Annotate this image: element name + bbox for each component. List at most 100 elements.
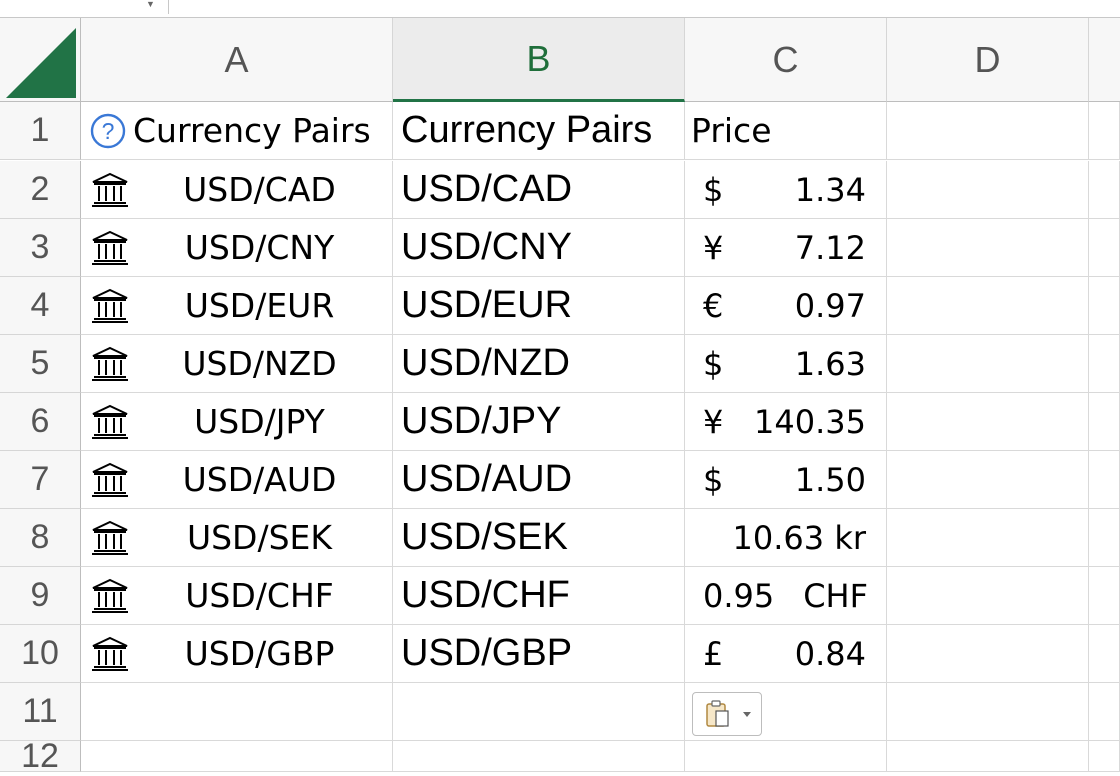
bank-building-icon[interactable] — [90, 577, 130, 615]
column-header-d[interactable]: D — [887, 18, 1089, 102]
cell[interactable] — [887, 335, 1089, 393]
column-header-e[interactable] — [1089, 18, 1120, 102]
cell[interactable] — [1089, 219, 1120, 277]
cell[interactable]: €0.97 — [685, 277, 887, 335]
cell[interactable] — [887, 102, 1089, 160]
cell[interactable] — [1089, 161, 1120, 219]
cell[interactable] — [81, 683, 393, 741]
cell[interactable] — [1089, 451, 1120, 509]
cell[interactable] — [887, 219, 1089, 277]
cell[interactable]: ? Currency Pairs — [81, 102, 393, 160]
cell[interactable] — [887, 509, 1089, 567]
cell[interactable]: USD/CHF — [81, 567, 393, 625]
cell[interactable] — [887, 161, 1089, 219]
row-header[interactable]: 12 — [0, 737, 81, 775]
bank-building-icon[interactable] — [90, 171, 130, 209]
cell[interactable]: USD/EUR — [81, 277, 393, 335]
bank-building-icon[interactable] — [90, 345, 130, 383]
currency-pair-text-cell: USD/NZD — [401, 342, 570, 384]
cell[interactable]: ¥7.12 — [685, 219, 887, 277]
cell[interactable]: $1.63 — [685, 335, 887, 393]
cell[interactable]: USD/CHF — [393, 567, 685, 625]
row-header[interactable]: 10 — [0, 625, 81, 683]
cell[interactable] — [1089, 741, 1120, 772]
cell[interactable]: Price — [685, 102, 887, 160]
cell[interactable] — [887, 393, 1089, 451]
header-price: Price — [691, 111, 772, 150]
price-value: 1.34 — [794, 170, 866, 209]
cell[interactable]: USD/JPY — [393, 393, 685, 451]
column-header-c[interactable]: C — [685, 18, 887, 102]
row-header[interactable]: 6 — [0, 393, 81, 451]
row-header[interactable]: 4 — [0, 277, 81, 335]
cell[interactable] — [1089, 335, 1120, 393]
bank-building-icon[interactable] — [90, 403, 130, 441]
select-all-triangle-icon[interactable] — [6, 28, 76, 98]
help-question-icon[interactable]: ? — [89, 112, 127, 150]
cell[interactable] — [393, 683, 685, 741]
bank-building-icon[interactable] — [90, 229, 130, 267]
cell[interactable] — [887, 277, 1089, 335]
row-header[interactable]: 2 — [0, 161, 81, 219]
column-header-b[interactable]: B — [393, 18, 685, 102]
cell[interactable]: USD/GBP — [81, 625, 393, 683]
cell[interactable] — [393, 741, 685, 772]
cell[interactable]: USD/CAD — [393, 161, 685, 219]
cell[interactable] — [887, 451, 1089, 509]
currency-pair-text-cell: USD/GBP — [401, 632, 573, 674]
cell[interactable] — [685, 741, 887, 772]
name-box-dropdown-icon[interactable]: ▼ — [146, 0, 156, 9]
bank-building-icon[interactable] — [90, 461, 130, 499]
cell[interactable]: USD/AUD — [393, 451, 685, 509]
bank-building-icon[interactable] — [90, 287, 130, 325]
cell[interactable]: USD/NZD — [393, 335, 685, 393]
row-header[interactable]: 11 — [0, 683, 81, 741]
cell[interactable]: $1.50 — [685, 451, 887, 509]
cell[interactable] — [1089, 393, 1120, 451]
row-header[interactable]: 1 — [0, 102, 81, 160]
cell[interactable] — [1089, 102, 1120, 160]
row-header[interactable]: 3 — [0, 219, 81, 277]
cell[interactable]: USD/SEK — [81, 509, 393, 567]
cell[interactable]: USD/GBP — [393, 625, 685, 683]
price-value: 10.63 kr — [732, 518, 866, 557]
cell[interactable] — [81, 741, 393, 772]
cell[interactable]: USD/EUR — [393, 277, 685, 335]
cell[interactable]: USD/SEK — [393, 509, 685, 567]
cell[interactable] — [1089, 625, 1120, 683]
cell[interactable]: $1.34 — [685, 161, 887, 219]
cell[interactable] — [1089, 277, 1120, 335]
formula-bar-separator — [168, 0, 169, 14]
cell[interactable]: USD/CNY — [393, 219, 685, 277]
cell[interactable] — [1089, 567, 1120, 625]
price-currency-symbol: £ — [703, 634, 724, 673]
cell[interactable] — [887, 625, 1089, 683]
price-value: 1.50 — [794, 460, 866, 499]
cell[interactable]: USD/JPY — [81, 393, 393, 451]
cell[interactable]: 10.63 kr — [685, 509, 887, 567]
cell[interactable] — [887, 741, 1089, 772]
row-header[interactable]: 5 — [0, 335, 81, 393]
cell[interactable]: USD/CAD — [81, 161, 393, 219]
paste-options-button[interactable] — [692, 692, 762, 736]
cell[interactable] — [887, 683, 1089, 741]
row-header[interactable]: 9 — [0, 567, 81, 625]
row-header[interactable]: 8 — [0, 509, 81, 567]
cell[interactable] — [887, 567, 1089, 625]
cell[interactable] — [1089, 683, 1120, 741]
cell[interactable] — [1089, 509, 1120, 567]
cell[interactable]: 0.95 CHF — [685, 567, 887, 625]
cell[interactable]: Currency Pairs — [393, 102, 685, 160]
cell[interactable]: USD/CNY — [81, 219, 393, 277]
price-currency-symbol: $ — [703, 344, 724, 383]
price-currency-symbol: € — [703, 286, 724, 325]
cell[interactable]: USD/AUD — [81, 451, 393, 509]
cell[interactable]: £0.84 — [685, 625, 887, 683]
price-currency-symbol: 0.95 — [703, 576, 775, 615]
column-header-a[interactable]: A — [81, 18, 393, 102]
bank-building-icon[interactable] — [90, 519, 130, 557]
bank-building-icon[interactable] — [90, 635, 130, 673]
row-header[interactable]: 7 — [0, 451, 81, 509]
cell[interactable]: USD/NZD — [81, 335, 393, 393]
cell[interactable]: ¥140.35 — [685, 393, 887, 451]
